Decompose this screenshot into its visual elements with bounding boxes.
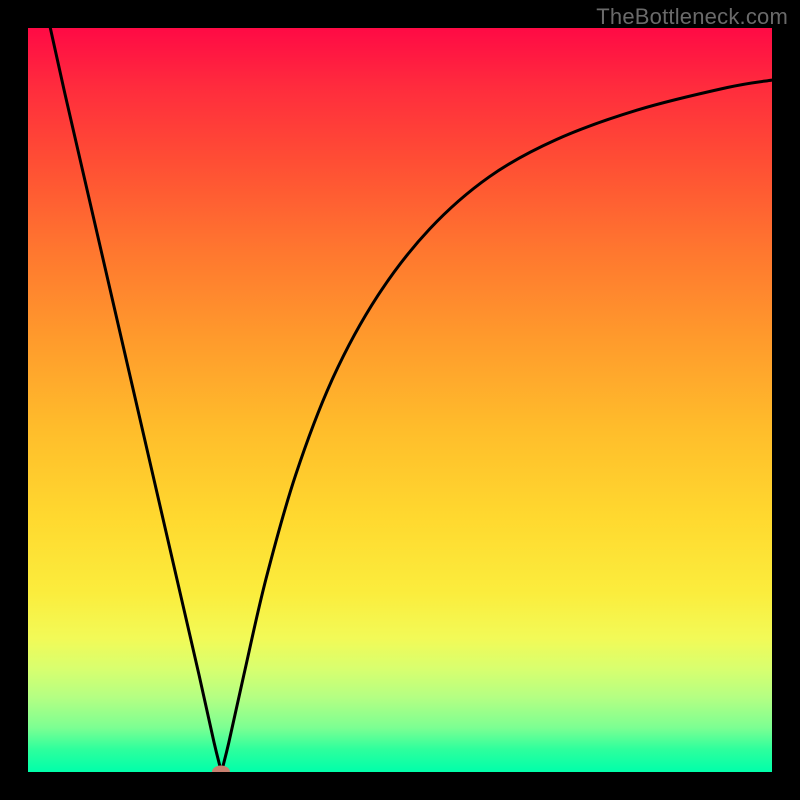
optimum-marker (212, 766, 230, 773)
plot-area (28, 28, 772, 772)
bottleneck-curve (28, 28, 772, 772)
watermark-text: TheBottleneck.com (596, 4, 788, 30)
curve-path (50, 28, 772, 772)
chart-frame: TheBottleneck.com (0, 0, 800, 800)
